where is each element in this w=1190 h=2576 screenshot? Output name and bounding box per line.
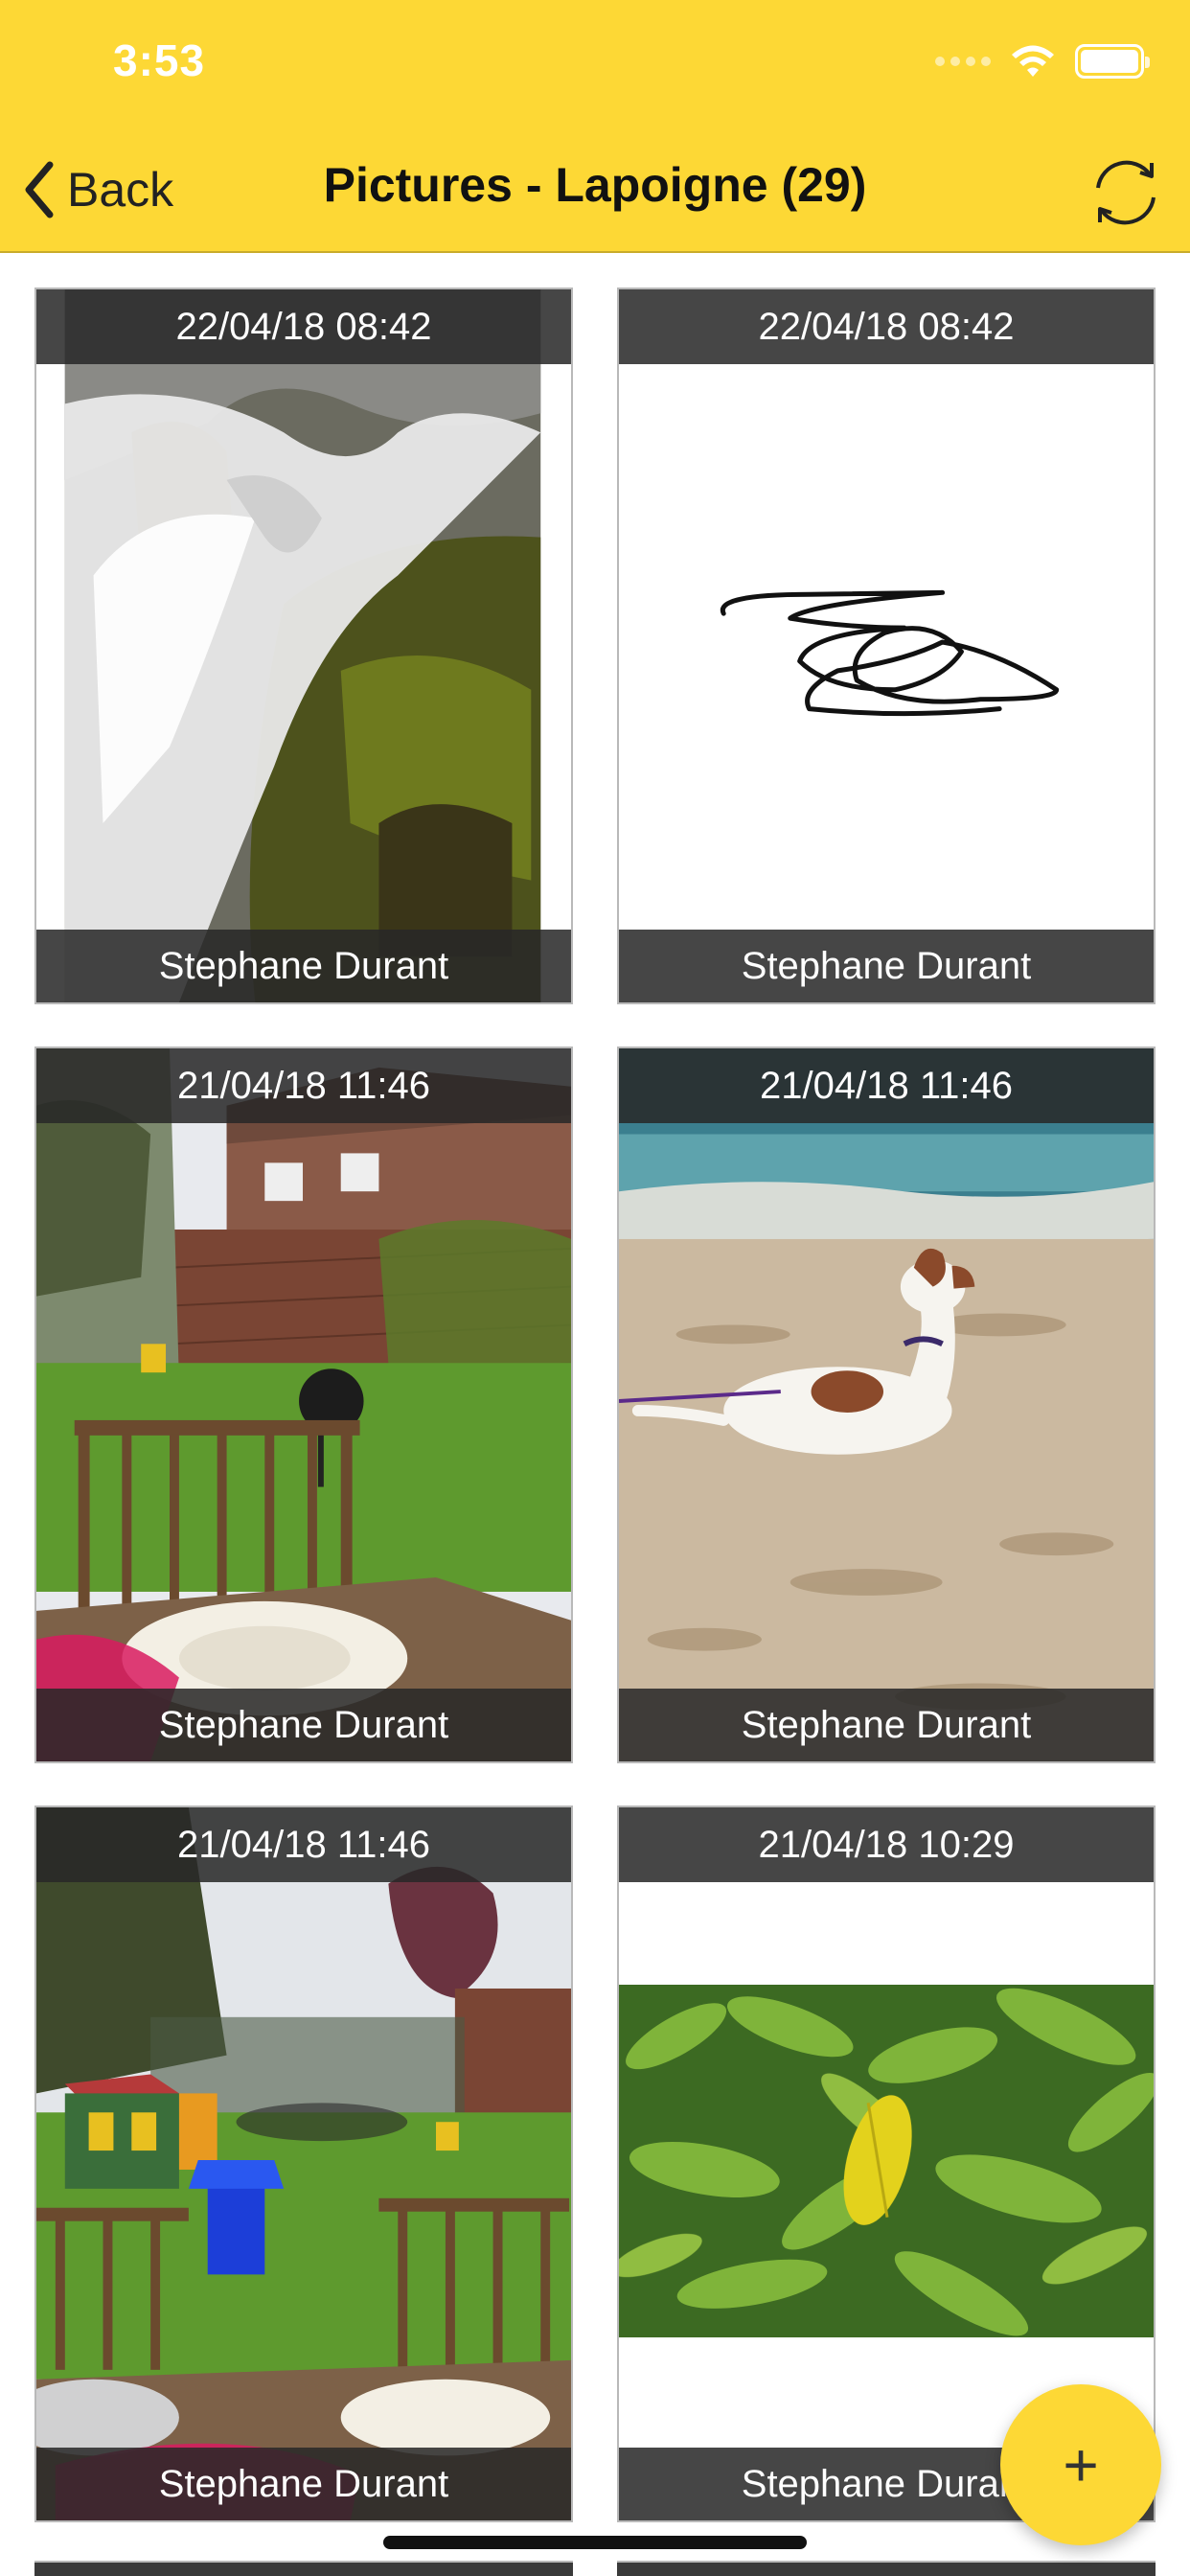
picture-card[interactable]: 21/04/18 11:46 Stephane Durant — [34, 1806, 573, 2522]
picture-date: 22/04/18 08:42 — [36, 289, 571, 364]
plus-icon: + — [1063, 2430, 1099, 2499]
page-title: Pictures - Lapoigne (29) — [323, 158, 867, 212]
picture-author: Stephane Durant — [619, 930, 1154, 1002]
wifi-icon — [1012, 45, 1054, 77]
status-time: 3:53 — [113, 35, 206, 85]
picture-date: 22/04/18 08:42 — [619, 289, 1154, 364]
picture-card[interactable]: 21/04/18 11:46 Stephane Durant — [34, 1046, 573, 1763]
picture-card[interactable]: 22/04/18 08:42 Stephane Durant — [34, 288, 573, 1004]
pictures-grid: 22/04/18 08:42 Stephane Durant 22/04/18 … — [34, 288, 1156, 2522]
sync-icon[interactable] — [1085, 151, 1167, 234]
cellular-signal-icon — [935, 57, 991, 66]
top-bar: 3:53 Back Pictures - Lapoigne (29) — [0, 0, 1190, 253]
picture-date: 21/04/18 11:46 — [36, 1807, 571, 1882]
garden-playhouse-photo — [36, 1807, 571, 2520]
home-indicator — [383, 2536, 807, 2549]
status-icons — [935, 42, 1150, 80]
picture-date: 21/04/18 10:29 — [619, 1807, 1154, 1882]
waterfall-photo — [36, 289, 571, 1002]
picture-author: Stephane Durant — [36, 930, 571, 1002]
signature-photo — [619, 289, 1154, 1002]
dog-on-beach-photo — [619, 1048, 1154, 1761]
picture-card-partial[interactable] — [617, 2561, 1156, 2576]
picture-date: 21/04/18 11:46 — [619, 1048, 1154, 1123]
picture-card-partial[interactable] — [34, 2561, 573, 2576]
battery-icon — [1075, 44, 1150, 79]
picture-card[interactable]: 22/04/18 08:42 Stephane Durant — [617, 288, 1156, 1004]
garden-wall-photo — [36, 1048, 571, 1761]
navigation-bar: Back Pictures - Lapoigne (29) — [0, 144, 1190, 236]
picture-author: Stephane Durant — [619, 1689, 1154, 1761]
picture-date: 21/04/18 11:46 — [36, 1048, 571, 1123]
picture-card[interactable]: 21/04/18 11:46 Stephane Durant — [617, 1046, 1156, 1763]
add-picture-button[interactable]: + — [1000, 2384, 1161, 2545]
picture-author: Stephane Durant — [36, 1689, 571, 1761]
picture-author: Stephane Durant — [36, 2448, 571, 2520]
